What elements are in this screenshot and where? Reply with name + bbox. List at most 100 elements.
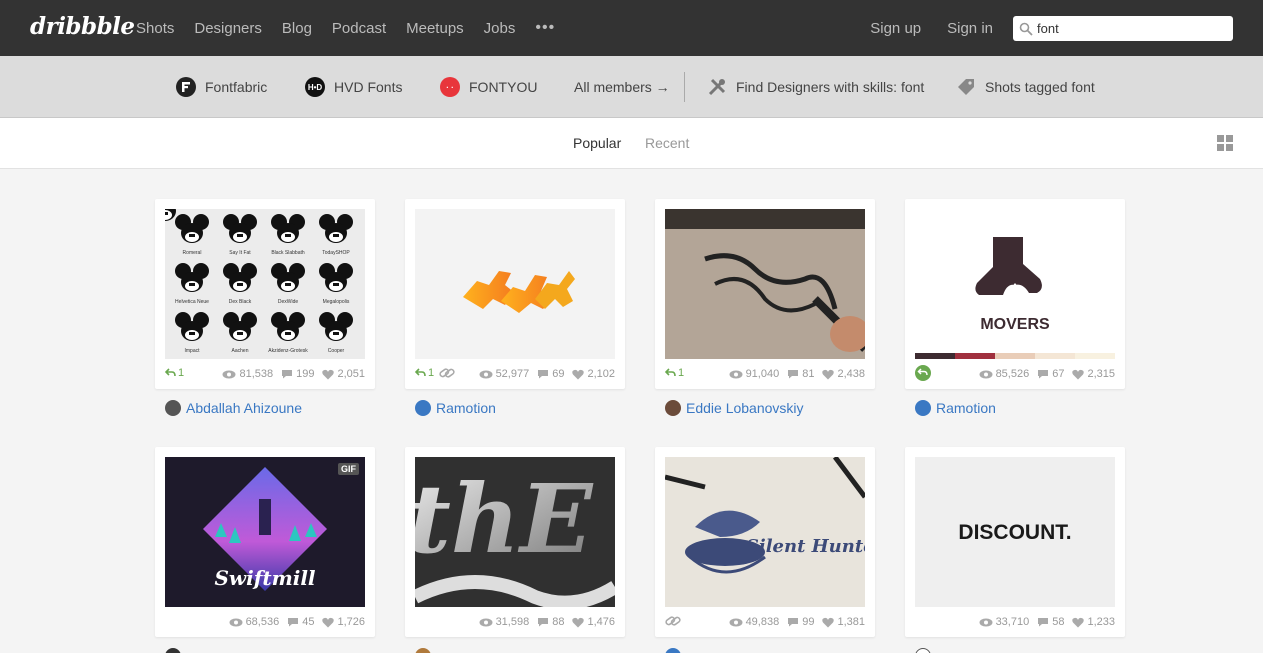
avatar[interactable] [915,648,931,653]
shot-stats: 52,977 69 2,102 [415,365,615,383]
avatar[interactable] [665,648,681,653]
nav-blog[interactable]: Blog [282,20,312,37]
comments-count[interactable]: 81 [787,368,814,380]
svg-text:Aachen: Aachen [232,348,249,354]
shot-thumbnail[interactable]: Swiftmill GIF [165,457,365,607]
all-members-link[interactable]: All members → [574,56,670,118]
shot-thumbnail[interactable]: Romeral Say It Fat Black Slabbath TodaySHOP… [165,209,365,359]
comments-count[interactable]: 45 [287,616,314,628]
shot-card[interactable]: Romeral Say It Fat Black Slabbath TodaySHOP… [155,199,375,389]
mickey-fonts-illustration: Romeral Say It Fat Black Slabbath TodaySHOP… [165,209,353,354]
comments-count[interactable]: 88 [537,616,564,628]
shot-card[interactable]: 1 91,040 81 2,438 [655,199,875,389]
shot-thumbnail[interactable]: MOVERS [915,209,1115,359]
comments-count[interactable]: 67 [1037,368,1064,380]
shot-stats: 49,838 99 1,381 [665,613,865,631]
related-fontfabric[interactable]: Fontfabric [176,56,267,118]
svg-text:MOVERS: MOVERS [980,316,1050,333]
shot-card[interactable]: MOVERS 85,526 67 2,315 [905,199,1125,389]
filter-bar: Popular Recent [0,118,1263,169]
comment-icon [1038,370,1049,379]
avatar[interactable] [415,648,431,653]
shot-thumbnail[interactable] [665,209,865,359]
avatar[interactable] [165,648,181,653]
grid-view-icon[interactable] [1217,135,1233,151]
shots-tagged-link[interactable]: Shots tagged font [956,56,1095,118]
more-icon[interactable]: ••• [535,19,555,37]
comment-icon [282,370,293,379]
nav-meetups[interactable]: Meetups [406,20,464,37]
shot-card[interactable]: Silent Hunter 49,838 99 1,381 [655,447,875,637]
comment-icon [788,618,799,627]
comments-count[interactable]: 199 [281,368,314,380]
related-bar: Fontfabric H•D HVD Fonts · · FONTYOU All… [0,56,1263,118]
svg-text:Swiftmill: Swiftmill [214,566,315,590]
silent-hunter-illustration: Silent Hunter [665,457,865,607]
svg-text:Black Slabbath: Black Slabbath [271,250,305,256]
signin-link[interactable]: Sign in [947,20,993,37]
nav-jobs[interactable]: Jobs [484,20,516,37]
likes-count[interactable]: 2,102 [572,368,615,380]
comments-count[interactable]: 69 [537,368,564,380]
eye-icon [479,370,493,378]
likes-count[interactable]: 2,438 [822,368,865,380]
player-link[interactable]: Ramotion [915,400,996,416]
dribbble-logo[interactable]: dribbble [30,13,135,40]
related-label: Fontfabric [205,79,268,95]
likes-count[interactable]: 1,476 [572,616,615,628]
3d-lettering-illustration: thE [415,457,615,607]
find-designers-link[interactable]: Find Designers with skills: font [707,56,924,118]
svg-text:Say It Fat: Say It Fat [229,250,251,256]
search-input[interactable] [1037,21,1227,36]
player-name: Abdallah Ahizoune [186,400,302,416]
svg-text:Akzidenz-Grotesk: Akzidenz-Grotesk [268,348,308,354]
tab-recent[interactable]: Recent [645,135,689,151]
shot-card[interactable]: thE 31,598 88 1,476 [405,447,625,637]
search-box[interactable] [1013,16,1233,41]
fontyou-logo-icon: · · [440,77,460,97]
likes-count[interactable]: 2,315 [1072,368,1115,380]
related-label: FONTYOU [469,79,538,95]
shot-stats: 81,538 199 2,051 [165,365,365,383]
svg-text:Dex Black: Dex Black [229,299,252,305]
search-icon [1019,22,1033,36]
shot-card[interactable]: Swiftmill GIF 68,536 45 1,726 [155,447,375,637]
shot-thumbnail[interactable]: Silent Hunter [665,457,865,607]
player-link[interactable]: Abdallah Ahizoune [165,400,302,416]
comments-count[interactable]: 58 [1037,616,1064,628]
shot-thumbnail[interactable]: thE [415,457,615,607]
eye-icon [479,618,493,626]
discount-logo-illustration: DISCOUNT. [958,521,1071,544]
player-link[interactable]: Ramotion [415,400,496,416]
lettering-sketch-photo [665,209,865,359]
related-hvd[interactable]: H•D HVD Fonts [305,56,402,118]
shot-thumbnail[interactable]: DISCOUNT. [915,457,1115,607]
nav-podcast[interactable]: Podcast [332,20,386,37]
comments-count[interactable]: 99 [787,616,814,628]
shot-thumbnail[interactable] [415,209,615,359]
top-navigation: dribbble Shots Designers Blog Podcast Me… [0,0,1263,56]
views-count: 52,977 [479,368,529,380]
shot-stats: 33,710 58 1,233 [915,613,1115,631]
fontfabric-logo-icon [176,77,196,97]
avatar [165,400,181,416]
shot-card[interactable]: 1 52,977 69 2,102 [405,199,625,389]
tab-popular[interactable]: Popular [573,135,621,151]
signup-link[interactable]: Sign up [870,20,921,37]
svg-text:DISCOUNT.: DISCOUNT. [958,521,1071,544]
views-count: 91,040 [729,368,779,380]
likes-count[interactable]: 1,233 [1072,616,1115,628]
related-fontyou[interactable]: · · FONTYOU [440,56,537,118]
heart-icon [572,369,585,379]
player-link[interactable]: Eddie Lobanovskiy [665,400,804,416]
likes-count[interactable]: 1,381 [822,616,865,628]
shot-stats: 68,536 45 1,726 [165,613,365,631]
comment-icon [288,618,299,627]
all-members-label: All members → [574,79,670,95]
likes-count[interactable]: 1,726 [322,616,365,628]
related-label: HVD Fonts [334,79,403,95]
nav-designers[interactable]: Designers [194,20,262,37]
nav-shots[interactable]: Shots [136,20,174,37]
likes-count[interactable]: 2,051 [322,368,365,380]
shot-card[interactable]: DISCOUNT. 33,710 58 1,233 [905,447,1125,637]
